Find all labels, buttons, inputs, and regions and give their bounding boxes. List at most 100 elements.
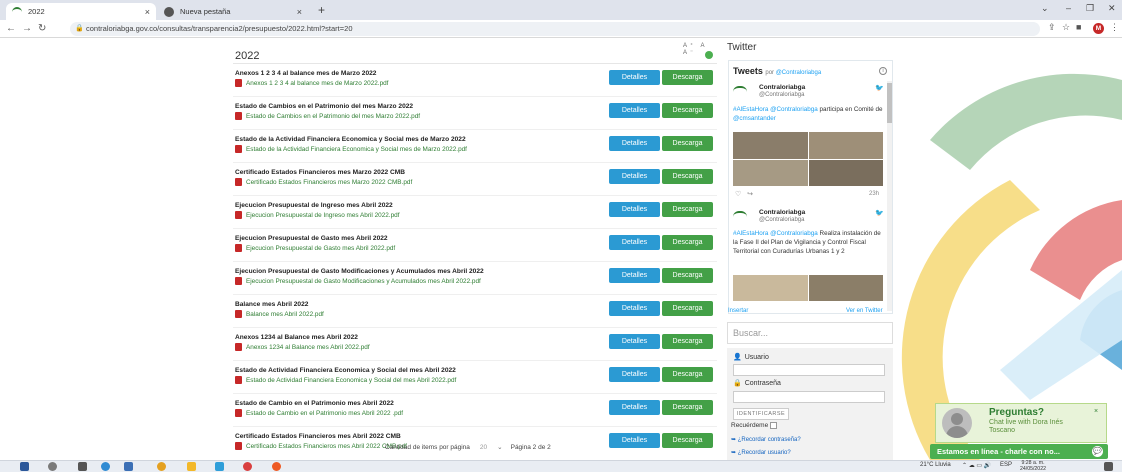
clock[interactable]: 9:28 a. m. 24/05/2022: [1020, 460, 1046, 472]
pdf-link[interactable]: Estado de Cambio en el Patrimonio mes Ab…: [235, 409, 403, 417]
embed-link[interactable]: Insertar: [728, 308, 748, 314]
pdf-link[interactable]: Estado de Cambios en el Patrimonio del m…: [235, 112, 420, 120]
pdf-link[interactable]: Balance mes Abril 2022.pdf: [235, 310, 324, 318]
tweet-photo[interactable]: [733, 132, 808, 159]
download-button[interactable]: Descarga: [662, 433, 713, 448]
download-button[interactable]: Descarga: [662, 70, 713, 85]
tweet-photo-grid[interactable]: [733, 275, 883, 301]
pdf-link[interactable]: Ejecucion Presupuestal de Ingreso mes Ab…: [235, 211, 399, 219]
menu-dots-icon[interactable]: ⋮: [1110, 22, 1119, 33]
download-button[interactable]: Descarga: [662, 400, 713, 415]
username-field[interactable]: [733, 364, 885, 376]
store-icon[interactable]: [124, 462, 133, 471]
details-button[interactable]: Detalles: [609, 301, 660, 316]
tray-icons[interactable]: ⌃ ☁ ▭ 🔊: [962, 462, 991, 469]
details-button[interactable]: Detalles: [609, 70, 660, 85]
pdf-link[interactable]: Certificado Estados Financieros mes Abri…: [235, 442, 407, 450]
back-icon[interactable]: ←: [6, 23, 16, 34]
tweet-photo[interactable]: [808, 132, 883, 159]
bookmark-star-icon[interactable]: ☆: [1062, 22, 1070, 33]
forward-icon[interactable]: →: [22, 23, 32, 34]
details-button[interactable]: Detalles: [609, 334, 660, 349]
pdf-link[interactable]: Ejecucion Presupuestal de Gasto mes Abri…: [235, 244, 395, 252]
sidepanel-icon[interactable]: ■: [1076, 22, 1081, 32]
mail-icon[interactable]: [215, 462, 224, 471]
tweet-author-name[interactable]: Contraloriabga: [759, 84, 805, 91]
app-icon[interactable]: [243, 462, 252, 471]
tweet-mention[interactable]: @cmsantander: [733, 115, 776, 122]
file-explorer-icon[interactable]: [187, 462, 196, 471]
tab-2022[interactable]: 2022 ×: [6, 3, 156, 20]
details-button[interactable]: Detalles: [609, 367, 660, 382]
pdf-link[interactable]: Certificado Estados Financieros mes Marz…: [235, 178, 412, 186]
twitter-handle-link[interactable]: @Contraloriabga: [776, 70, 821, 76]
tweet-photo[interactable]: [808, 159, 883, 186]
chat-open-bar[interactable]: Estamos en línea - charle con no... 💬: [930, 444, 1108, 459]
login-button[interactable]: IDENTIFICARSE: [733, 408, 789, 420]
language-indicator[interactable]: ESP: [1000, 462, 1012, 468]
tweet-photo[interactable]: [733, 159, 808, 186]
download-button[interactable]: Descarga: [662, 268, 713, 283]
details-button[interactable]: Detalles: [609, 400, 660, 415]
details-button[interactable]: Detalles: [609, 103, 660, 118]
tab-close-icon[interactable]: ×: [145, 7, 150, 17]
browser-icon[interactable]: [272, 462, 281, 471]
tab-nueva-pestana[interactable]: Nueva pestaña ×: [158, 3, 308, 20]
tweet-hashtag[interactable]: #AlEstaHora @Contraloriabga: [733, 230, 818, 237]
forgot-password-link[interactable]: ➥ ¿Recordar contraseña?: [731, 436, 801, 443]
remember-me[interactable]: Recuérdeme: [731, 422, 778, 429]
pdf-link[interactable]: Estado de Actividad Financiera Economica…: [235, 376, 456, 384]
download-button[interactable]: Descarga: [662, 235, 713, 250]
notifications-icon[interactable]: [1104, 462, 1113, 471]
reload-icon[interactable]: ↻: [38, 23, 46, 34]
search-icon[interactable]: [48, 462, 57, 471]
password-field[interactable]: [733, 391, 885, 403]
tweet-author-name[interactable]: Contraloriabga: [759, 209, 805, 216]
remember-me-checkbox[interactable]: [770, 422, 778, 429]
tab-close-icon[interactable]: ×: [297, 7, 302, 17]
tweet-author-handle[interactable]: @Contraloriabga: [759, 92, 804, 98]
like-icon[interactable]: ♡ ↪: [735, 190, 753, 198]
download-button[interactable]: Descarga: [662, 103, 713, 118]
download-button[interactable]: Descarga: [662, 367, 713, 382]
forgot-username-link[interactable]: ➥ ¿Recordar usuario?: [731, 449, 791, 456]
download-button[interactable]: Descarga: [662, 334, 713, 349]
tweet-photo[interactable]: [808, 275, 883, 301]
pdf-link[interactable]: Anexos 1234 al Balance mes Abril 2022.pd…: [235, 343, 370, 351]
task-view-icon[interactable]: [78, 462, 87, 471]
pdf-link[interactable]: Ejecucion Presupuestal de Gasto Modifica…: [235, 277, 481, 285]
restore-icon[interactable]: ❐: [1086, 3, 1094, 14]
close-window-icon[interactable]: ✕: [1108, 3, 1116, 14]
chat-widget[interactable]: Preguntas? Chat live with Dora Inés Tosc…: [935, 403, 1107, 443]
scrollbar-thumb[interactable]: [887, 83, 892, 123]
details-button[interactable]: Detalles: [609, 169, 660, 184]
details-button[interactable]: Detalles: [609, 268, 660, 283]
download-button[interactable]: Descarga: [662, 301, 713, 316]
timeline-scrollbar[interactable]: [887, 81, 892, 311]
tweet-photo-grid[interactable]: [733, 132, 883, 186]
chevron-down-icon[interactable]: ⌄: [1041, 3, 1049, 14]
weather-status[interactable]: 21°C Lluvia: [920, 462, 951, 468]
twitter-timeline[interactable]: Tweets por @Contraloriabga i Contraloria…: [728, 60, 893, 314]
details-button[interactable]: Detalles: [609, 202, 660, 217]
font-size-controls[interactable]: A⁺ A A⁻: [683, 42, 719, 56]
items-per-page-select[interactable]: 20: [474, 444, 493, 451]
close-icon[interactable]: ×: [1094, 408, 1098, 415]
chrome-icon[interactable]: [157, 462, 166, 471]
minimize-icon[interactable]: –: [1066, 3, 1071, 13]
details-button[interactable]: Detalles: [609, 136, 660, 151]
pdf-link[interactable]: Estado de la Actividad Financiera Econom…: [235, 145, 467, 153]
download-button[interactable]: Descarga: [662, 136, 713, 151]
download-button[interactable]: Descarga: [662, 169, 713, 184]
view-on-twitter-link[interactable]: Ver en Twitter: [846, 308, 883, 314]
new-tab-button[interactable]: +: [318, 3, 325, 17]
edge-icon[interactable]: [101, 462, 110, 471]
details-button[interactable]: Detalles: [609, 433, 660, 448]
tweet-hashtag[interactable]: #AlEstaHora @Contraloriabga: [733, 106, 818, 113]
tweet-photo[interactable]: [733, 275, 808, 301]
download-button[interactable]: Descarga: [662, 202, 713, 217]
url-field[interactable]: 🔒 contraloriabga.gov.co/consultas/transp…: [70, 22, 1040, 36]
search-input[interactable]: Buscar...: [727, 322, 893, 344]
share-icon[interactable]: ⇪: [1048, 22, 1056, 33]
info-icon[interactable]: i: [879, 67, 887, 75]
